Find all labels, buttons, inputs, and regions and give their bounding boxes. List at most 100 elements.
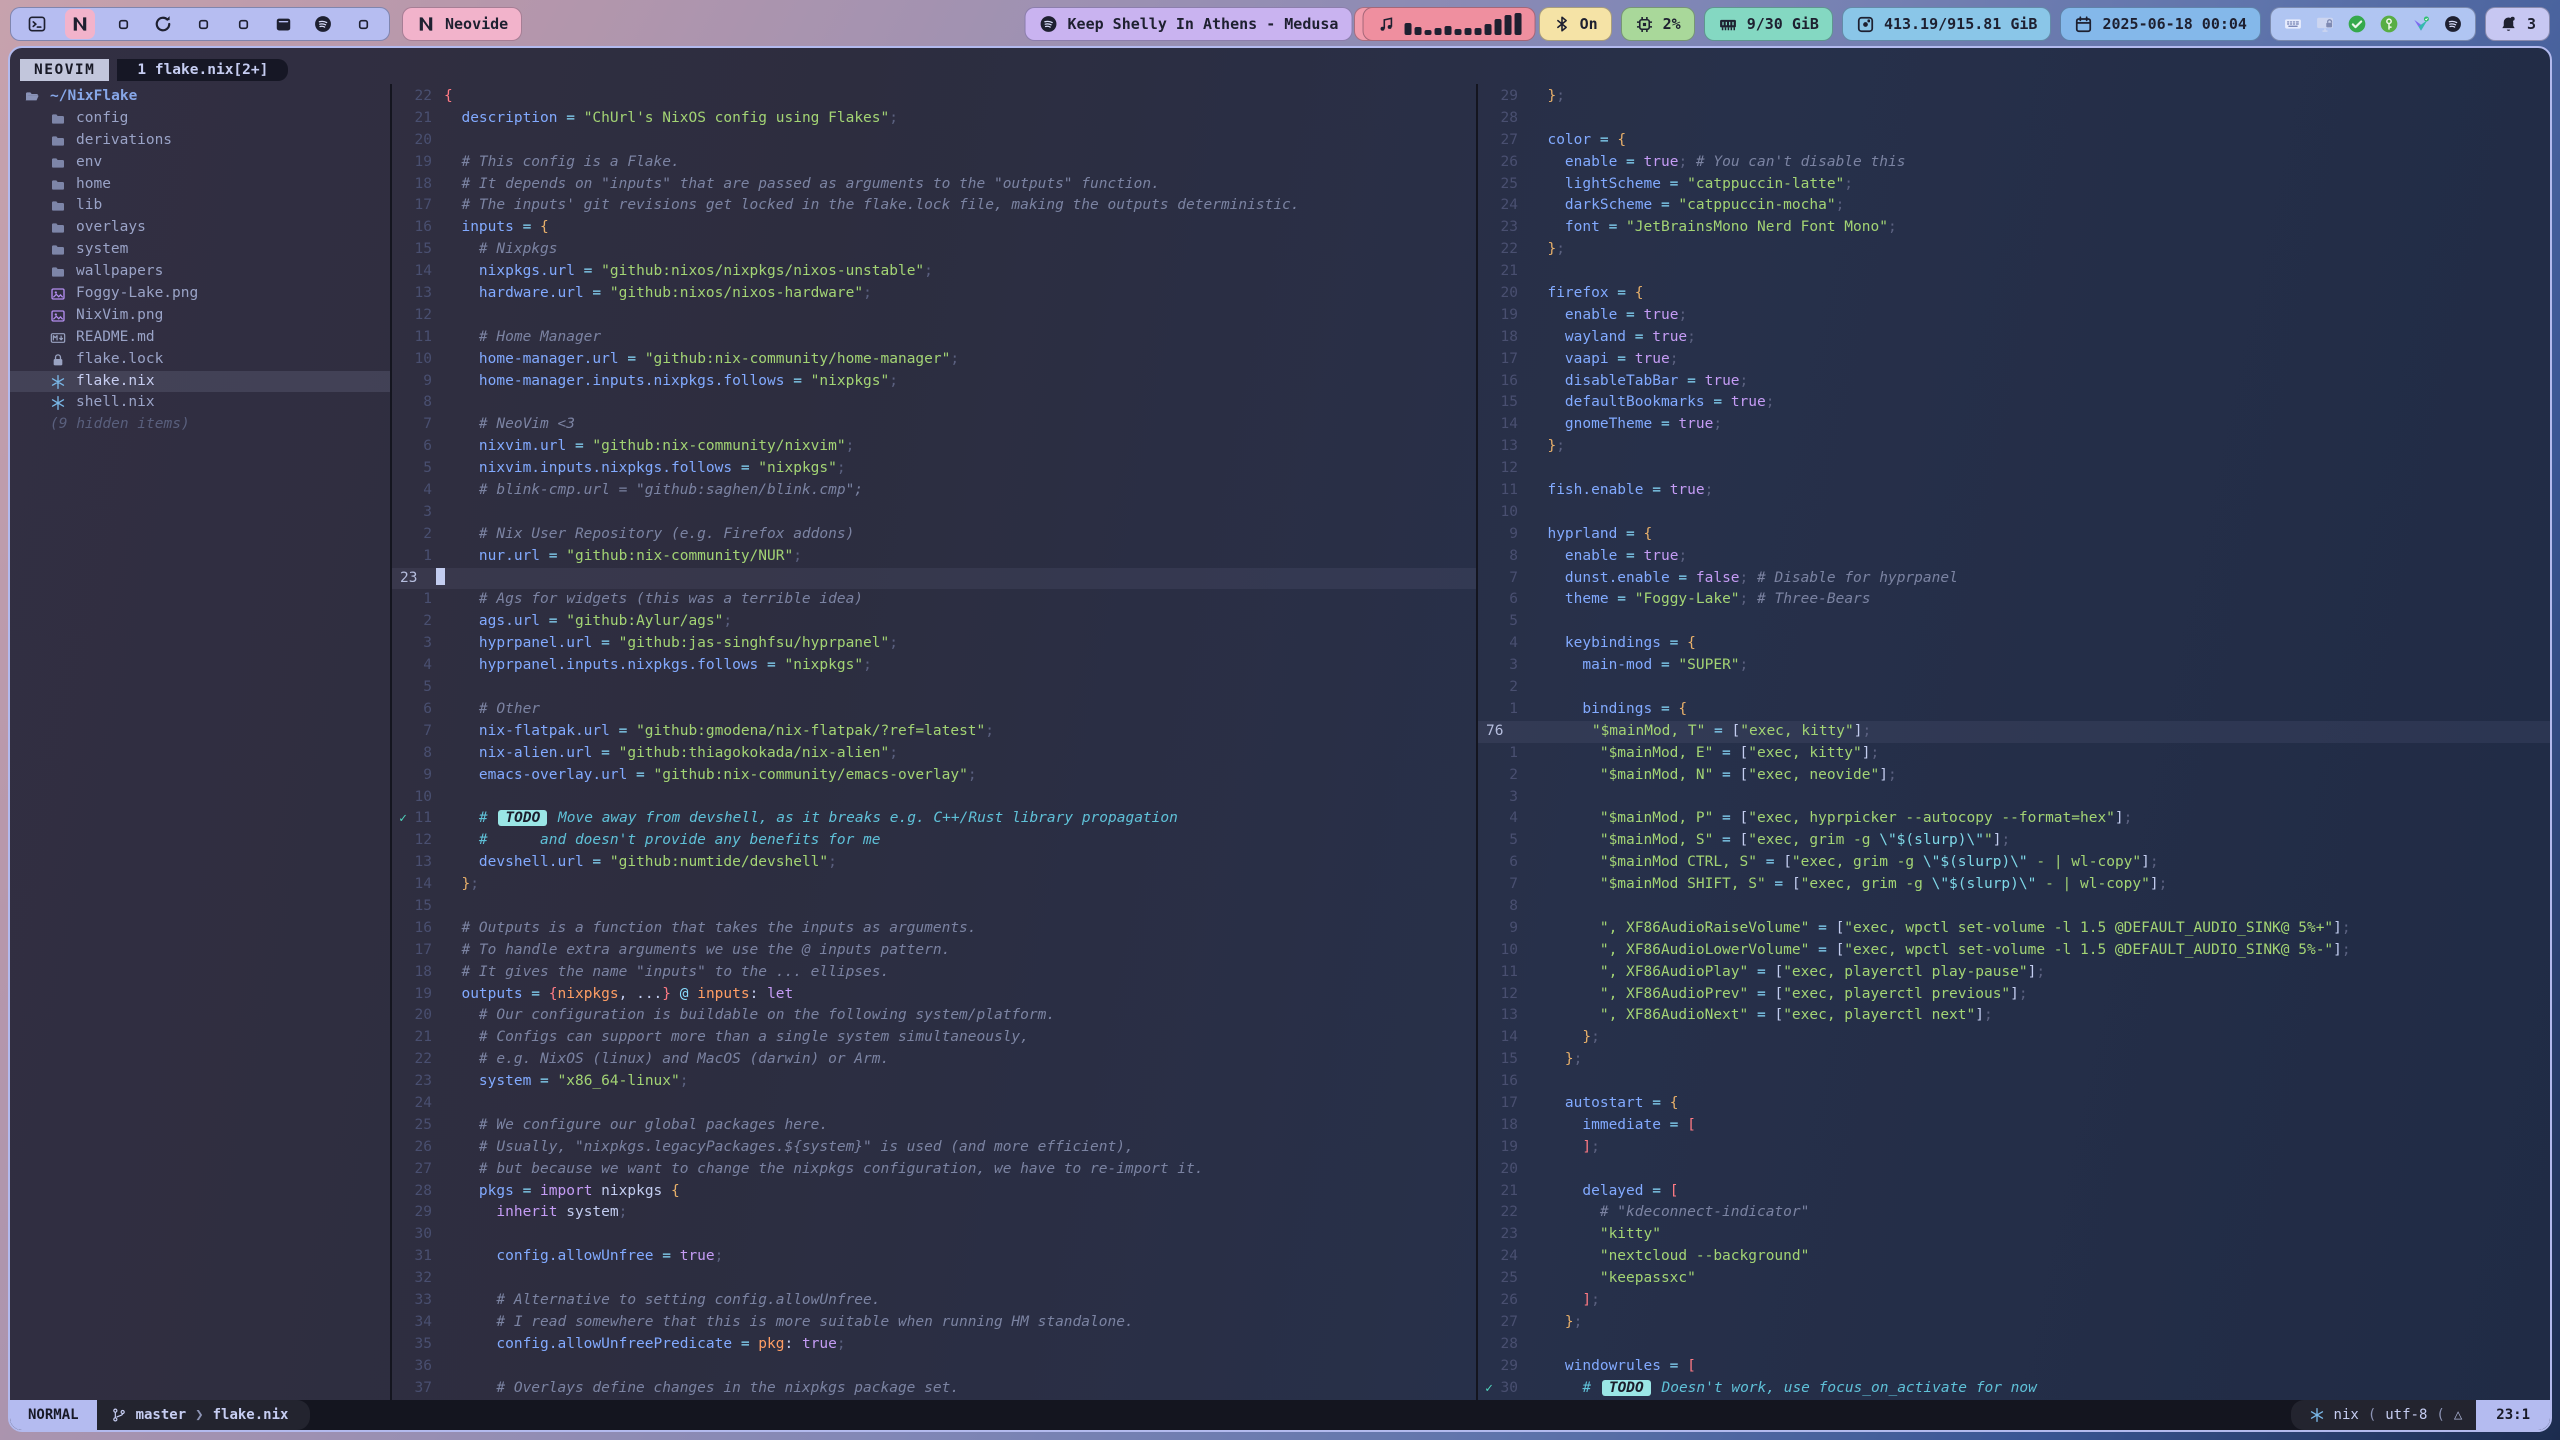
code-line[interactable]: 1 "$mainMod, E" = ["exec, kitty"]; bbox=[1478, 743, 2550, 765]
code-line[interactable]: 9 home-manager.inputs.nixpkgs.follows = … bbox=[392, 371, 1476, 393]
tree-folder-config[interactable]: config bbox=[10, 108, 390, 130]
disk-widget[interactable]: 413.19/915.81 GiB bbox=[1842, 7, 2052, 41]
key-circle-tray-icon[interactable] bbox=[2379, 14, 2399, 34]
code-line[interactable]: 11 # Home Manager bbox=[392, 327, 1476, 349]
code-line[interactable]: 19 enable = true; bbox=[1478, 305, 2550, 327]
code-line[interactable]: 17 # The inputs' git revisions get locke… bbox=[392, 195, 1476, 217]
code-line[interactable]: 23 "kitty" bbox=[1478, 1224, 2550, 1246]
code-line[interactable]: 21 delayed = [ bbox=[1478, 1181, 2550, 1203]
code-line[interactable]: 27 color = { bbox=[1478, 130, 2550, 152]
code-line[interactable]: 27 }; bbox=[1478, 1312, 2550, 1334]
code-line[interactable]: 33 # Alternative to setting config.allow… bbox=[392, 1290, 1476, 1312]
code-line[interactable]: 20 # Our configuration is buildable on t… bbox=[392, 1005, 1476, 1027]
code-line[interactable]: ✓30 # TODO Doesn't work, use focus_on_ac… bbox=[1478, 1378, 2550, 1400]
code-line[interactable]: 3 main-mod = "SUPER"; bbox=[1478, 655, 2550, 677]
code-line[interactable]: 28 bbox=[1478, 1334, 2550, 1356]
code-line[interactable]: 6 "$mainMod CTRL, S" = ["exec, grim -g \… bbox=[1478, 852, 2550, 874]
code-line[interactable]: 25 lightScheme = "catppuccin-latte"; bbox=[1478, 174, 2550, 196]
code-line[interactable]: 15 bbox=[392, 896, 1476, 918]
code-line[interactable]: 25 # We configure our global packages he… bbox=[392, 1115, 1476, 1137]
tree-root[interactable]: ~/NixFlake bbox=[10, 86, 390, 108]
code-line[interactable]: 20 firefox = { bbox=[1478, 283, 2550, 305]
tree-folder-derivations[interactable]: derivations bbox=[10, 130, 390, 152]
code-line[interactable]: 12 # and doesn't provide any benefits fo… bbox=[392, 830, 1476, 852]
buffer-tab[interactable]: 1 flake.nix[2+] bbox=[117, 59, 288, 81]
memory-widget[interactable]: 9/30 GiB bbox=[1704, 7, 1833, 41]
code-line[interactable]: 26 enable = true; # You can't disable th… bbox=[1478, 152, 2550, 174]
check-circle-tray-icon[interactable] bbox=[2347, 14, 2367, 34]
code-line[interactable]: 12 ", XF86AudioPrev" = ["exec, playerctl… bbox=[1478, 984, 2550, 1006]
code-line[interactable]: 20 bbox=[392, 130, 1476, 152]
code-line[interactable]: 22 # e.g. NixOS (linux) and MacOS (darwi… bbox=[392, 1049, 1476, 1071]
code-line[interactable]: 23 bbox=[392, 568, 1476, 590]
code-line[interactable]: 9 hyprland = { bbox=[1478, 524, 2550, 546]
code-line[interactable]: 9 emacs-overlay.url = "github:nix-commun… bbox=[392, 765, 1476, 787]
code-line[interactable]: 36 bbox=[392, 1356, 1476, 1378]
code-line[interactable]: 3 bbox=[1478, 787, 2550, 809]
workspace-4-refresh[interactable] bbox=[151, 12, 175, 36]
code-line[interactable]: 13 }; bbox=[1478, 436, 2550, 458]
code-line[interactable]: 29 inherit system; bbox=[392, 1202, 1476, 1224]
code-line[interactable]: 24 darkScheme = "catppuccin-mocha"; bbox=[1478, 195, 2550, 217]
workspace-9-dot-square[interactable] bbox=[351, 12, 375, 36]
code-line[interactable]: 14 }; bbox=[1478, 1027, 2550, 1049]
code-line[interactable]: 29 windowrules = [ bbox=[1478, 1356, 2550, 1378]
code-line[interactable]: 16 inputs = { bbox=[392, 217, 1476, 239]
neotree-tab[interactable]: NEOVIM bbox=[20, 59, 109, 81]
code-line[interactable]: 5 bbox=[392, 677, 1476, 699]
tree-folder-home[interactable]: home bbox=[10, 174, 390, 196]
code-line[interactable]: 2 # Nix User Repository (e.g. Firefox ad… bbox=[392, 524, 1476, 546]
code-line[interactable]: 10 ", XF86AudioLowerVolume" = ["exec, wp… bbox=[1478, 940, 2550, 962]
workspace-6-dot-square[interactable] bbox=[231, 12, 255, 36]
code-line[interactable]: 6 theme = "Foggy-Lake"; # Three-Bears bbox=[1478, 589, 2550, 611]
code-line[interactable]: 1 # Ags for widgets (this was a terrible… bbox=[392, 589, 1476, 611]
git-segment[interactable]: master ❯ flake.nix bbox=[97, 1400, 311, 1430]
code-line[interactable]: 26 # Usually, "nixpkgs.legacyPackages.${… bbox=[392, 1137, 1476, 1159]
code-line[interactable]: 13 devshell.url = "github:numtide/devshe… bbox=[392, 852, 1476, 874]
code-line[interactable]: 23 system = "x86_64-linux"; bbox=[392, 1071, 1476, 1093]
code-line[interactable]: 18 immediate = [ bbox=[1478, 1115, 2550, 1137]
tree-file-shell.nix[interactable]: shell.nix bbox=[10, 392, 390, 414]
code-line[interactable]: 8 nix-alien.url = "github:thiagokokada/n… bbox=[392, 743, 1476, 765]
code-line[interactable]: 17 # To handle extra arguments we use th… bbox=[392, 940, 1476, 962]
code-line[interactable]: 7 dunst.enable = false; # Disable for hy… bbox=[1478, 568, 2550, 590]
code-line[interactable]: 2 bbox=[1478, 677, 2550, 699]
code-line[interactable]: 10 home-manager.url = "github:nix-commun… bbox=[392, 349, 1476, 371]
code-line[interactable]: 13 ", XF86AudioNext" = ["exec, playerctl… bbox=[1478, 1005, 2550, 1027]
tree-folder-wallpapers[interactable]: wallpapers bbox=[10, 261, 390, 283]
code-line[interactable]: 9 ", XF86AudioRaiseVolume" = ["exec, wpc… bbox=[1478, 918, 2550, 940]
code-line[interactable]: 24 bbox=[392, 1093, 1476, 1115]
tree-folder-lib[interactable]: lib bbox=[10, 195, 390, 217]
screen-lock-tray-icon[interactable] bbox=[2315, 14, 2335, 34]
code-line[interactable]: 35 config.allowUnfreePredicate = pkg: tr… bbox=[392, 1334, 1476, 1356]
bluetooth-widget[interactable]: On bbox=[1539, 7, 1612, 41]
code-line[interactable]: 76 "$mainMod, T" = ["exec, kitty"]; bbox=[1478, 721, 2550, 743]
media-player-pill[interactable]: Keep Shelly In Athens - Medusa bbox=[1025, 7, 1353, 41]
active-window-pill[interactable]: Neovide bbox=[402, 7, 522, 41]
tree-file-flake.lock[interactable]: flake.lock bbox=[10, 349, 390, 371]
code-line[interactable]: 22 }; bbox=[1478, 239, 2550, 261]
editor-pane-left[interactable]: 22{21 description = "ChUrl's NixOS confi… bbox=[392, 84, 1476, 1400]
code-line[interactable]: 28 pkgs = import nixpkgs { bbox=[392, 1181, 1476, 1203]
code-line[interactable]: 15 }; bbox=[1478, 1049, 2550, 1071]
code-line[interactable]: 31 config.allowUnfree = true; bbox=[392, 1246, 1476, 1268]
code-line[interactable]: 20 bbox=[1478, 1159, 2550, 1181]
code-line[interactable]: 23 font = "JetBrainsMono Nerd Font Mono"… bbox=[1478, 217, 2550, 239]
code-line[interactable]: 28 bbox=[1478, 108, 2550, 130]
tree-file-NixVim.png[interactable]: NixVim.png bbox=[10, 305, 390, 327]
clock-widget[interactable]: 2025-06-18 00:04 bbox=[2060, 7, 2261, 41]
code-line[interactable]: 22 # "kdeconnect-indicator" bbox=[1478, 1202, 2550, 1224]
code-line[interactable]: 16 disableTabBar = true; bbox=[1478, 371, 2550, 393]
code-line[interactable]: 12 bbox=[1478, 458, 2550, 480]
code-line[interactable]: 6 nixvim.url = "github:nix-community/nix… bbox=[392, 436, 1476, 458]
code-line[interactable]: 10 bbox=[392, 787, 1476, 809]
keyboard-tray-icon[interactable] bbox=[2283, 14, 2303, 34]
code-line[interactable]: 12 bbox=[392, 305, 1476, 327]
code-line[interactable]: 17 autostart = { bbox=[1478, 1093, 2550, 1115]
cpu-widget[interactable]: 2% bbox=[1621, 7, 1695, 41]
tree-folder-overlays[interactable]: overlays bbox=[10, 217, 390, 239]
editor-pane-right[interactable]: 29 };2827 color = {26 enable = true; # Y… bbox=[1478, 84, 2550, 1400]
tree-folder-env[interactable]: env bbox=[10, 152, 390, 174]
code-line[interactable]: 4 "$mainMod, P" = ["exec, hyprpicker --a… bbox=[1478, 808, 2550, 830]
code-line[interactable]: 5 "$mainMod, S" = ["exec, grim -g \"$(sl… bbox=[1478, 830, 2550, 852]
